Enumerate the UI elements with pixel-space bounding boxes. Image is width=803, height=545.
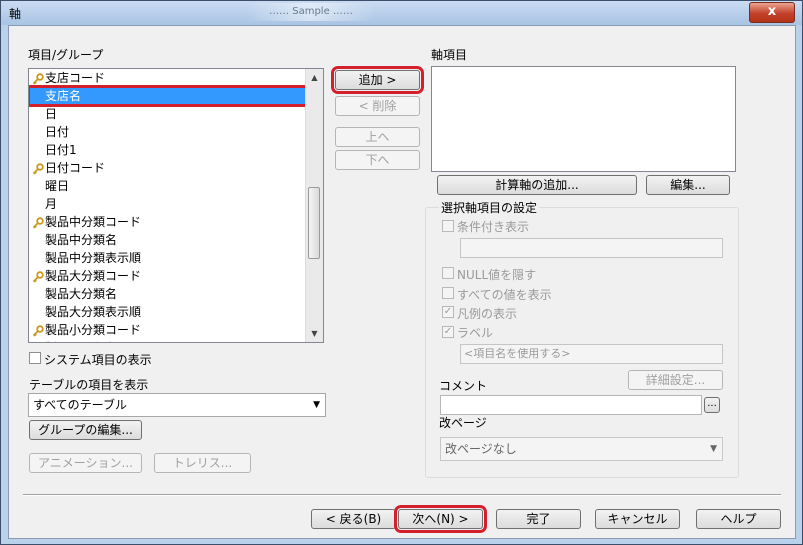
dropdown-arrow-icon: ▼ <box>710 444 717 454</box>
delete-button[interactable]: < 削除 <box>335 96 420 116</box>
list-item[interactable]: 製品中分類コード <box>29 213 307 231</box>
show-all-values-checkbox[interactable] <box>442 287 454 299</box>
comment-label: コメント <box>439 379 488 393</box>
help-button[interactable]: ヘルプ <box>696 509 781 529</box>
list-item[interactable]: 日 <box>29 105 307 123</box>
list-scrollbar[interactable]: ▲ ▼ <box>305 69 323 342</box>
show-legend-checkbox[interactable]: ✓ <box>442 306 454 318</box>
list-item[interactable]: 月 <box>29 195 307 213</box>
scroll-down-icon[interactable]: ▼ <box>306 325 323 342</box>
dropdown-arrow-icon: ▼ <box>313 400 320 410</box>
list-item-label: 製品中分類コード <box>45 215 142 229</box>
key-icon <box>32 72 44 85</box>
finish-button[interactable]: 完了 <box>496 509 581 529</box>
scroll-up-icon[interactable]: ▲ <box>306 69 323 86</box>
list-item-label: 支店コード <box>45 71 106 85</box>
close-button[interactable]: x <box>749 2 795 23</box>
table-filter-value: すべてのテーブル <box>33 398 127 412</box>
page-break-value: 改ページなし <box>445 442 517 456</box>
list-item[interactable]: 製品大分類表示順 <box>29 303 307 321</box>
item-group-list[interactable]: 支店コード支店名日日付日付1 日付コード曜日月製品中分類コード 製品中分類名製品中分… <box>28 68 324 343</box>
comment-browse-button[interactable]: ... <box>704 397 720 413</box>
list-item-label: 製品中分類名 <box>45 233 118 247</box>
table-filter-select[interactable]: すべてのテーブル ▼ <box>28 393 326 417</box>
comment-field[interactable] <box>440 395 702 415</box>
add-calc-axis-button[interactable]: 計算軸の追加... <box>437 175 637 195</box>
label-label: ラベル <box>457 326 494 340</box>
list-item[interactable]: 日付1 <box>29 141 307 159</box>
back-button[interactable]: < 戻る(B) <box>311 509 396 529</box>
list-item-label: 曜日 <box>45 179 70 193</box>
list-item-label: 製品大分類名 <box>45 287 118 301</box>
list-item-label: 支店名 <box>45 89 82 103</box>
list-item[interactable]: 製品大分類コード <box>29 267 307 285</box>
conditional-display-field[interactable] <box>460 238 723 258</box>
next-button[interactable]: 次へ(N) > <box>394 505 487 533</box>
move-down-button[interactable]: 下へ <box>335 150 420 170</box>
page-break-label: 改ページ <box>439 416 487 430</box>
edit-axis-button[interactable]: 編集... <box>646 175 730 195</box>
scroll-thumb[interactable] <box>308 187 320 259</box>
page-break-select[interactable]: 改ページなし ▼ <box>440 437 723 461</box>
hide-null-checkbox[interactable] <box>442 267 454 279</box>
list-item[interactable]: 支店名 <box>29 85 309 107</box>
label-checkbox[interactable]: ✓ <box>442 326 454 338</box>
list-item[interactable]: 支店コード <box>29 69 307 87</box>
blurred-title-area: …… Sample …… <box>246 3 376 21</box>
show-legend-label: 凡例の表示 <box>457 307 518 321</box>
list-item[interactable]: 曜日 <box>29 177 307 195</box>
list-item-label: 月 <box>45 197 58 211</box>
trellis-button[interactable]: トレリス... <box>154 453 251 473</box>
list-item[interactable]: 製品小分類名 <box>29 339 307 342</box>
hide-null-label: NULL値を隠す <box>457 268 537 282</box>
edit-group-button[interactable]: グループの編集... <box>29 420 142 440</box>
list-item-label: 日付コード <box>45 161 106 175</box>
list-item[interactable]: 製品中分類表示順 <box>29 249 307 267</box>
cancel-button[interactable]: キャンセル <box>595 509 680 529</box>
selected-axis-settings-label: 選択軸項目の設定 <box>439 199 540 216</box>
list-item-label: 製品小分類コード <box>45 323 142 337</box>
key-icon <box>32 216 44 229</box>
list-item[interactable]: 日付 <box>29 123 307 141</box>
conditional-display-label: 条件付き表示 <box>457 220 530 234</box>
title-bar[interactable]: 軸 …… Sample …… x <box>1 1 802 25</box>
key-icon <box>32 270 44 283</box>
label-field[interactable]: <項目名を使用する> <box>460 344 723 364</box>
system-items-label: システム項目の表示 <box>44 353 152 367</box>
list-item-label: 日 <box>45 107 58 121</box>
list-item-label: 日付 <box>45 125 70 139</box>
add-button[interactable]: 追加 > <box>331 66 424 94</box>
list-item-label: 製品大分類コード <box>45 269 142 283</box>
dialog-window: 軸 …… Sample …… x 項目/グループ 支店コード支店名日日付日付1 日… <box>0 0 803 545</box>
key-icon <box>32 324 44 337</box>
axis-items-label: 軸項目 <box>431 48 468 62</box>
table-filter-label: テーブルの項目を表示 <box>29 378 149 392</box>
list-item[interactable]: 製品大分類名 <box>29 285 307 303</box>
animation-button[interactable]: アニメーション... <box>29 453 142 473</box>
window-title: 軸 <box>9 7 22 21</box>
conditional-display-checkbox[interactable] <box>442 220 454 232</box>
list-item[interactable]: 製品中分類名 <box>29 231 307 249</box>
show-all-values-label: すべての値を表示 <box>457 288 552 302</box>
system-items-checkbox[interactable] <box>29 352 41 364</box>
axis-items-list[interactable] <box>431 66 736 172</box>
list-item[interactable]: 日付コード <box>29 159 307 177</box>
footer-divider <box>23 494 781 496</box>
move-up-button[interactable]: 上へ <box>335 127 420 147</box>
list-item[interactable]: 製品小分類コード <box>29 321 307 339</box>
item-group-label: 項目/グループ <box>28 48 104 62</box>
list-item-label: 製品大分類表示順 <box>45 305 142 319</box>
key-icon <box>32 162 44 175</box>
list-item-label: 日付1 <box>45 143 77 157</box>
list-item-label: 製品中分類表示順 <box>45 251 142 265</box>
detail-settings-button[interactable]: 詳細設定... <box>628 370 723 390</box>
list-item-label: 製品小分類名 <box>45 339 117 342</box>
